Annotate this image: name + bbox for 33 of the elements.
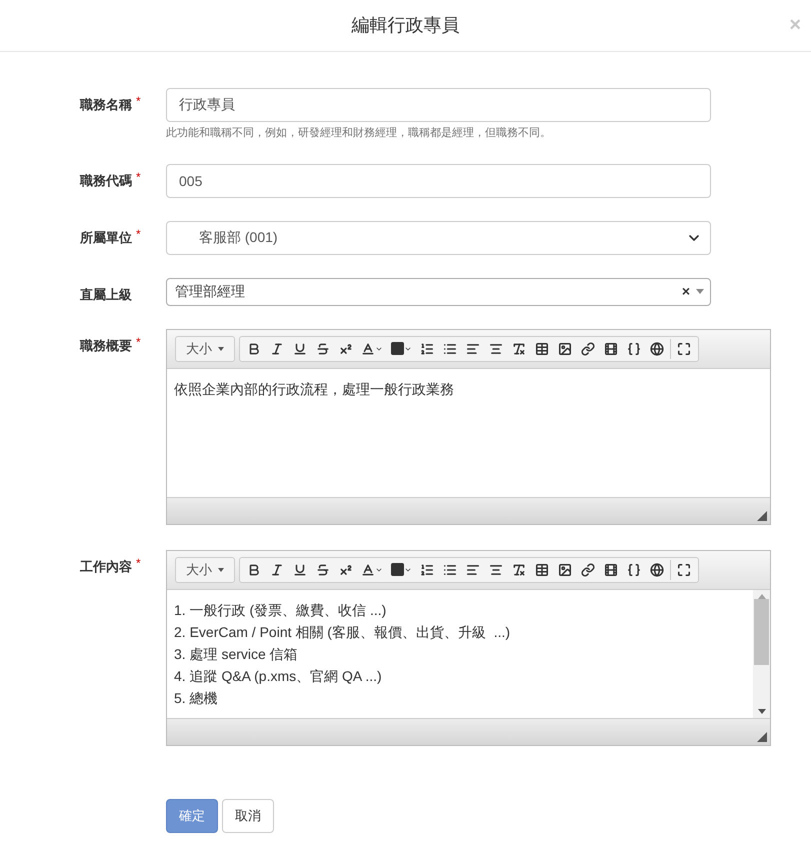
combo-field[interactable]: 管理部經理 × (166, 278, 711, 306)
required-marker: * (136, 168, 141, 186)
field-label: 所屬單位 (80, 228, 132, 246)
required-marker: * (136, 334, 141, 350)
text-field[interactable]: 行政專員 (166, 88, 711, 122)
text-field[interactable]: 005 (166, 164, 711, 198)
font-size-dropdown[interactable]: 大小 (175, 556, 235, 582)
required-marker: * (136, 93, 141, 110)
field-label: 職務名稱 (80, 96, 132, 114)
editor-text-line: 5. 總機 (174, 688, 218, 708)
cancel-button[interactable]: 取消 (222, 798, 274, 832)
required-marker: * (136, 554, 141, 572)
field-label: 直屬上級 (80, 286, 132, 304)
clear-button[interactable]: × (682, 281, 690, 302)
resize-handle-icon[interactable] (757, 732, 767, 742)
editor-text-line: 依照企業內部的行政流程，處理一般行政業務 (174, 380, 454, 398)
dialog-title: 編輯行政專員 (352, 14, 460, 37)
field-label: 職務代碼 (80, 172, 132, 190)
editor-text-line: 3. 處理 service 信箱 (174, 644, 298, 664)
caret-icon (696, 289, 704, 294)
editor-text-line: 2. EverCam / Point 相關 (客服、報價、出貨、升級 ...) (174, 622, 510, 642)
editor-text-line: 4. 追蹤 Q&A (p.xms、官網 QA ...) (174, 666, 382, 686)
scrollbar[interactable] (753, 590, 770, 718)
caret-icon (218, 568, 224, 572)
required-marker: * (136, 226, 141, 242)
field-label: 職務概要 (80, 336, 132, 354)
caret-icon (218, 346, 224, 350)
font-size-dropdown[interactable]: 大小 (175, 336, 235, 362)
help-text: 此功能和職稱不同，例如，研發經理和財務經理，職稱都是經理，但職務不同。 (166, 126, 552, 141)
field-label: 工作內容 (80, 558, 132, 576)
editor-text-line: 1. 一般行政 (發票、繳費、收信 ...) (174, 600, 386, 620)
select-field[interactable]: 客服部 (001) (166, 220, 711, 254)
resize-handle-icon[interactable] (757, 510, 767, 520)
